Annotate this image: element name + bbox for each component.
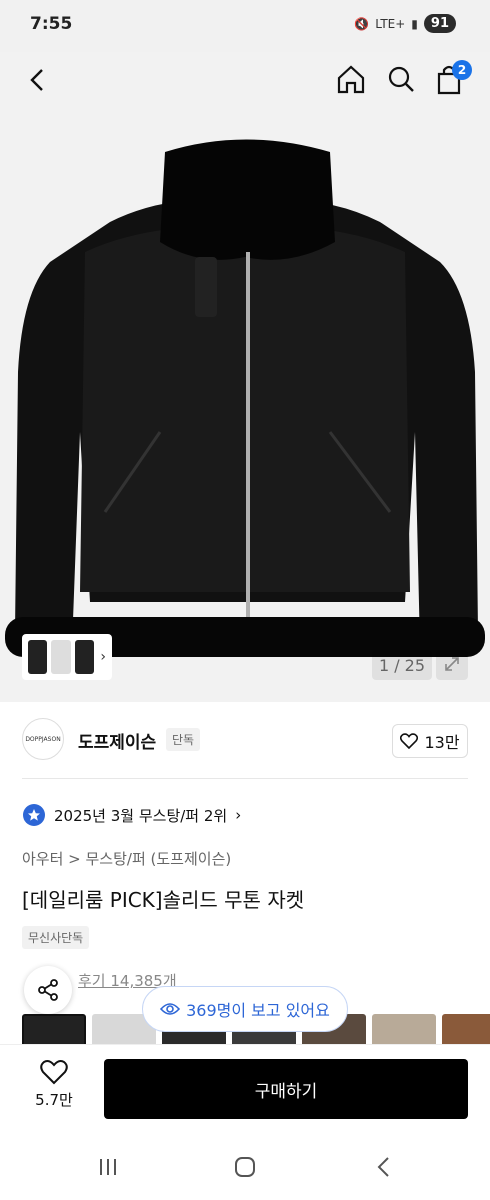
eye-icon (160, 1003, 181, 1015)
brand-like-count: 13만 (424, 733, 460, 752)
thumbnail-image (28, 640, 48, 674)
chevron-right-icon: › (100, 649, 107, 665)
image-counter: 1 / 25 (372, 650, 432, 680)
breadcrumb[interactable]: 아우터 > 무스탕/퍼 (도프제이슨) (22, 848, 231, 869)
cart-button[interactable]: 2 (432, 60, 472, 98)
brand-logo[interactable]: DOPPJASON (22, 718, 64, 760)
share-icon (38, 979, 58, 1001)
color-swatch-selected[interactable] (22, 1014, 86, 1044)
battery-level: 91 (423, 14, 456, 33)
color-swatch[interactable] (442, 1014, 490, 1044)
recents-icon[interactable] (96, 1156, 120, 1178)
status-icons: 🔇 LTE+ ▮ 91 (354, 14, 456, 33)
top-navigation: 2 (0, 52, 490, 108)
status-bar: 7:55 🔇 LTE+ ▮ 91 (0, 0, 490, 52)
favorite-count: 5.7만 (35, 1091, 73, 1109)
color-swatch[interactable] (372, 1014, 436, 1044)
purchase-bar: 5.7만 구매하기 (0, 1044, 490, 1132)
product-title: [데일리룸 PICK]솔리드 무톤 자켓 (22, 888, 305, 912)
buy-button[interactable]: 구매하기 (104, 1059, 468, 1119)
home-icon[interactable] (334, 62, 368, 96)
rank-medal-icon (23, 804, 45, 826)
back-icon[interactable] (20, 62, 56, 98)
ranking-text: 2025년 3월 무스탕/퍼 2위 (54, 806, 228, 825)
ranking-link[interactable]: 2025년 3월 무스탕/퍼 2위 › (22, 800, 241, 830)
musinsa-exclusive-badge: 무신사단독 (22, 926, 90, 949)
brand-row: DOPPJASON 도프제이슨 단독 13만 (22, 714, 468, 768)
gallery-thumbnail-strip[interactable]: › (22, 634, 112, 680)
thumbnail-image (74, 640, 95, 674)
divider (22, 778, 468, 779)
product-image-jacket (5, 139, 485, 657)
system-navigation-bar (0, 1132, 490, 1200)
exclusive-tag: 단독 (166, 728, 201, 751)
network-label: LTE+ (375, 16, 406, 31)
favorite-button[interactable]: 5.7만 (26, 1059, 82, 1119)
brand-like-button[interactable]: 13만 (392, 724, 468, 758)
viewers-text: 369명이 보고 있어요 (186, 1001, 330, 1020)
thumbnail-image (51, 640, 71, 674)
share-button[interactable] (24, 966, 72, 1014)
mute-icon: 🔇 (354, 16, 370, 31)
cart-count-badge: 2 (452, 60, 472, 80)
status-time: 7:55 (30, 14, 73, 34)
expand-icon[interactable] (436, 650, 468, 680)
brand-name[interactable]: 도프제이슨 (78, 728, 156, 753)
signal-icon: ▮ (411, 16, 418, 31)
product-image-gallery[interactable]: › 1 / 25 (0, 52, 490, 702)
heart-icon (400, 733, 419, 749)
back-nav-icon[interactable] (372, 1156, 396, 1178)
live-viewers-pill: 369명이 보고 있어요 (142, 986, 348, 1032)
chevron-right-icon: › (235, 806, 242, 824)
home-nav-icon[interactable] (233, 1156, 257, 1178)
heart-icon (40, 1060, 68, 1085)
search-icon[interactable] (384, 62, 418, 96)
